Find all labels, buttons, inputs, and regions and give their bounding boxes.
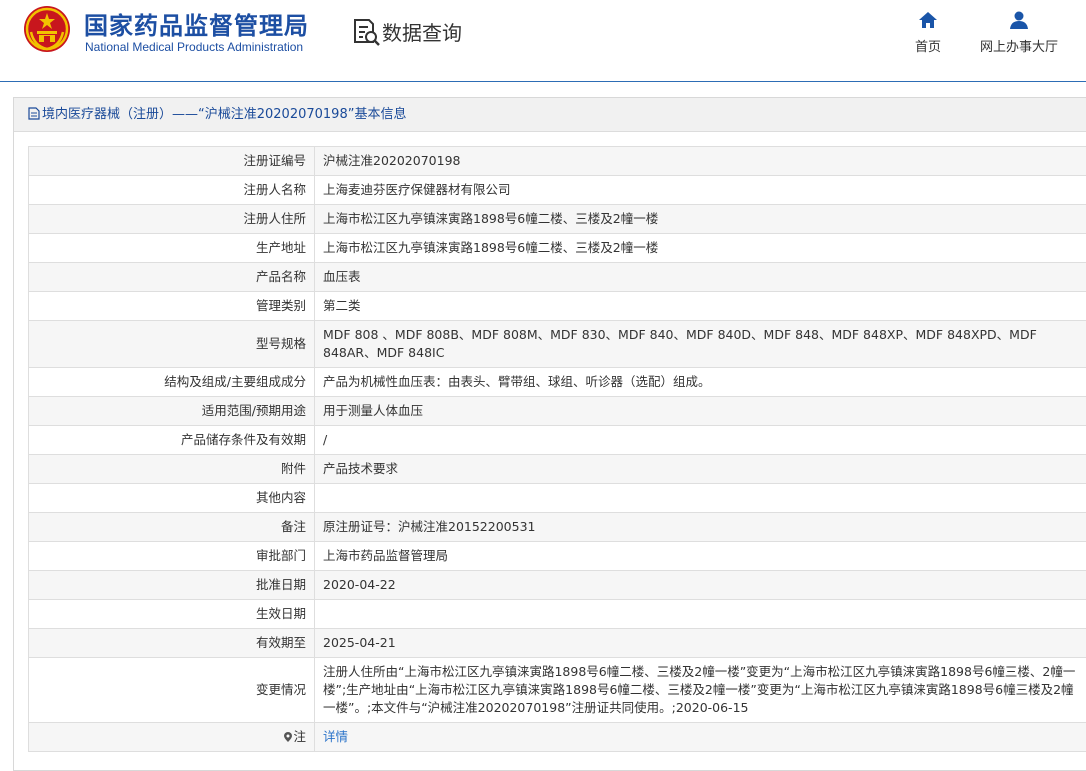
field-value-model-spec: MDF 808 、MDF 808B、MDF 808M、MDF 830、MDF 8…	[314, 320, 1086, 368]
user-icon	[1010, 11, 1028, 29]
data-query-title: 数据查询	[382, 21, 462, 45]
site-header: 国家药品监督管理局 National Medical Products Admi…	[0, 0, 1086, 82]
table-row-registrant-address: 注册人住所 上海市松江区九亭镇涞寅路1898号6幢二楼、三楼及2幢一楼	[28, 204, 1086, 234]
field-label-approval-date: 批准日期	[28, 570, 315, 600]
table-row-effective-date: 生效日期	[28, 599, 1086, 629]
nav-online-service-hall[interactable]: 网上办事大厅	[976, 10, 1062, 55]
field-label-product-name: 产品名称	[28, 262, 315, 292]
field-value-product-name: 血压表	[314, 262, 1086, 292]
field-label-registrant-address: 注册人住所	[28, 204, 315, 234]
field-label-scope-intended-use: 适用范围/预期用途	[28, 396, 315, 426]
note-label: 注	[293, 729, 306, 744]
table-row-structure-composition: 结构及组成/主要组成成分 产品为机械性血压表：由表头、臂带组、球组、听诊器（选配）…	[28, 367, 1086, 397]
device-info-panel: 境内医疗器械（注册）——“沪械注准20202070198”基本信息 注册证编号沪…	[13, 97, 1086, 771]
table-row-valid-until: 有效期至 2025-04-21	[28, 628, 1086, 658]
field-value-reg-cert-no: 沪械注准20202070198	[314, 146, 1086, 176]
field-value-valid-until: 2025-04-21	[314, 628, 1086, 658]
field-value-storage-validity: /	[314, 425, 1086, 455]
nav-home-label: 首页	[914, 40, 941, 55]
panel-title-text: 境内医疗器械（注册）——“沪械注准20202070198”基本信息	[42, 107, 407, 122]
field-label-management-class: 管理类别	[28, 291, 315, 321]
table-row-approval-date: 批准日期 2020-04-22	[28, 570, 1086, 600]
national-emblem-icon	[24, 6, 70, 52]
field-label-attachment: 附件	[28, 454, 315, 484]
field-label-structure-composition: 结构及组成/主要组成成分	[28, 367, 315, 397]
document-icon	[28, 107, 40, 120]
field-value-effective-date	[314, 599, 1086, 629]
table-row-product-name: 产品名称 血压表	[28, 262, 1086, 292]
field-value-note: 详情	[314, 722, 1086, 752]
table-row-scope-intended-use: 适用范围/预期用途 用于测量人体血压	[28, 396, 1086, 426]
table-row-approval-department: 审批部门 上海市药品监督管理局	[28, 541, 1086, 571]
field-label-other-content: 其他内容	[28, 483, 315, 513]
field-value-attachment: 产品技术要求	[314, 454, 1086, 484]
field-value-scope-intended-use: 用于测量人体血压	[314, 396, 1086, 426]
field-value-registrant-address: 上海市松江区九亭镇涞寅路1898号6幢二楼、三楼及2幢一楼	[314, 204, 1086, 234]
table-row-attachment: 附件 产品技术要求	[28, 454, 1086, 484]
field-value-structure-composition: 产品为机械性血压表：由表头、臂带组、球组、听诊器（选配）组成。	[314, 367, 1086, 397]
table-row-reg-cert-no: 注册证编号 沪械注准20202070198	[28, 146, 1086, 176]
table-row-model-spec: 型号规格 MDF 808 、MDF 808B、MDF 808M、MDF 830、M…	[28, 320, 1086, 368]
field-label-model-spec: 型号规格	[28, 320, 315, 368]
field-label-change-history: 变更情况	[28, 657, 315, 723]
data-query-icon	[354, 19, 380, 46]
field-label-approval-department: 审批部门	[28, 541, 315, 571]
field-label-reg-cert-no: 注册证编号	[28, 146, 315, 176]
panel-title: 境内医疗器械（注册）——“沪械注准20202070198”基本信息	[14, 98, 1086, 132]
field-label-remarks: 备注	[28, 512, 315, 542]
field-label-production-address: 生产地址	[28, 233, 315, 263]
table-row-remarks: 备注 原注册证号：沪械注准20152200531	[28, 512, 1086, 542]
field-label-note: 注	[28, 722, 315, 752]
nav-online-service-hall-label: 网上办事大厅	[979, 40, 1058, 55]
table-row-production-address: 生产地址 上海市松江区九亭镇涞寅路1898号6幢二楼、三楼及2幢一楼	[28, 233, 1086, 263]
table-row-storage-validity: 产品储存条件及有效期 /	[28, 425, 1086, 455]
pin-icon	[284, 732, 293, 742]
field-label-storage-validity: 产品储存条件及有效期	[28, 425, 315, 455]
table-row-note: 注 详情	[28, 722, 1086, 752]
field-value-remarks: 原注册证号：沪械注准20152200531	[314, 512, 1086, 542]
details-link[interactable]: 详情	[323, 729, 348, 744]
field-value-other-content	[314, 483, 1086, 513]
field-label-effective-date: 生效日期	[28, 599, 315, 629]
field-value-production-address: 上海市松江区九亭镇涞寅路1898号6幢二楼、三楼及2幢一楼	[314, 233, 1086, 263]
field-value-approval-department: 上海市药品监督管理局	[314, 541, 1086, 571]
site-title[interactable]: 国家药品监督管理局	[84, 6, 309, 41]
field-value-approval-date: 2020-04-22	[314, 570, 1086, 600]
table-row-other-content: 其他内容	[28, 483, 1086, 513]
field-value-management-class: 第二类	[314, 291, 1086, 321]
field-label-valid-until: 有效期至	[28, 628, 315, 658]
home-icon	[919, 12, 937, 28]
field-value-change-history: 注册人住所由“上海市松江区九亭镇涞寅路1898号6幢二楼、三楼及2幢一楼”变更为…	[314, 657, 1086, 723]
nav-home[interactable]: 首页	[908, 10, 948, 55]
field-value-registrant-name: 上海麦迪芬医疗保健器材有限公司	[314, 175, 1086, 205]
device-info-table: 注册证编号 沪械注准20202070198 注册人名称 上海麦迪芬医疗保健器材有限公司…	[28, 146, 1086, 752]
table-row-management-class: 管理类别 第二类	[28, 291, 1086, 321]
site-subtitle[interactable]: National Medical Products Administration	[85, 40, 303, 54]
table-row-change-history: 变更情况 注册人住所由“上海市松江区九亭镇涞寅路1898号6幢二楼、三楼及2幢一楼…	[28, 657, 1086, 723]
table-row-registrant-name: 注册人名称 上海麦迪芬医疗保健器材有限公司	[28, 175, 1086, 205]
field-label-registrant-name: 注册人名称	[28, 175, 315, 205]
